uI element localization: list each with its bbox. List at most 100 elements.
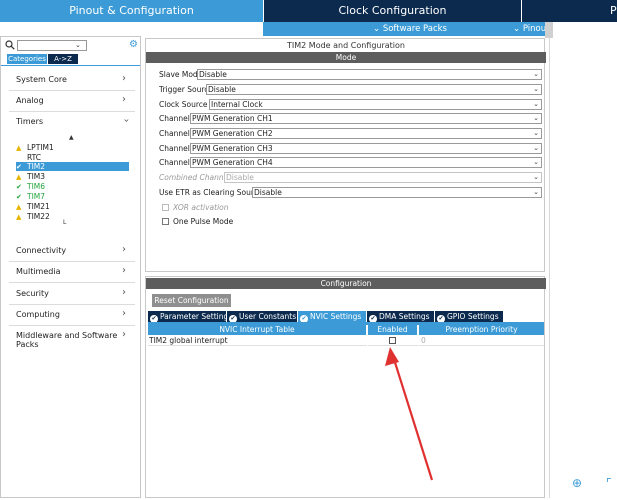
chevron-down-icon: ›: [120, 118, 132, 123]
tab-gpio-settings[interactable]: ✔ GPIO Settings: [435, 311, 503, 323]
chevron-right-icon: ›: [122, 329, 126, 340]
search-icon: [5, 40, 15, 50]
select-value: PWM Generation CH4: [192, 158, 273, 167]
tab-parameter-settings[interactable]: ✔ Parameter Settings: [148, 311, 232, 323]
use-etr-select[interactable]: Disable ⌄: [252, 187, 542, 198]
tab-label: DMA Settings: [379, 312, 430, 321]
tab-nvic-settings[interactable]: ✔ NVIC Settings: [298, 311, 366, 323]
warning-icon: ▲: [16, 213, 22, 221]
category-computing[interactable]: Computing ›: [1, 308, 140, 326]
table-row-enabled-cell: [368, 336, 418, 346]
chevron-down-icon[interactable]: ⌄: [75, 41, 81, 49]
select-value: Disable: [208, 85, 236, 94]
channel4-select[interactable]: PWM Generation CH4 ⌄: [190, 157, 542, 168]
chevron-down-icon: ⌄: [533, 158, 539, 166]
search-row: ⌄ ⚙: [5, 40, 138, 52]
peripheral-label: TIM2: [27, 162, 46, 171]
channel2-select[interactable]: PWM Generation CH2 ⌄: [190, 128, 542, 139]
category-connectivity[interactable]: Connectivity ›: [1, 244, 140, 262]
chevron-down-icon: ⌄: [533, 114, 539, 122]
select-value: Disable: [226, 173, 254, 182]
tab-dma-settings[interactable]: ✔ DMA Settings: [367, 311, 434, 323]
category-system-core[interactable]: System Core ›: [1, 73, 140, 91]
category-label: Timers: [16, 117, 44, 126]
combined-channels-select: Disable ⌄: [224, 172, 542, 183]
divider: [9, 304, 135, 305]
channel1-select[interactable]: PWM Generation CH1 ⌄: [190, 113, 542, 124]
divider: [9, 282, 135, 283]
menu-pinout[interactable]: ⌄ Pinout: [513, 22, 549, 36]
tab-categories[interactable]: Categories: [7, 54, 47, 64]
clock-source-select[interactable]: Internal Clock ⌄: [209, 99, 542, 110]
warning-icon: ▲: [16, 203, 22, 211]
gear-icon[interactable]: ⚙: [129, 40, 138, 50]
peripheral-label: TIM21: [27, 202, 50, 211]
one-pulse-mode-checkbox[interactable]: [162, 218, 169, 225]
fit-to-window-icon[interactable]: ⌜: [606, 476, 612, 490]
peripheral-rtc[interactable]: RTC: [16, 153, 129, 162]
tab-label: User Constants: [239, 312, 297, 321]
peripheral-tim2[interactable]: ✔ TIM2: [16, 162, 129, 171]
chevron-right-icon: ›: [122, 265, 126, 276]
check-circle-icon: ✔: [16, 163, 22, 171]
enabled-checkbox[interactable]: [389, 337, 396, 344]
chip-view-label: L: [63, 219, 67, 226]
configuration-tabs: ✔ Parameter Settings ✔ User Constants ✔ NVI…: [148, 311, 544, 323]
peripheral-tim21[interactable]: ▲ TIM21: [16, 202, 129, 211]
category-label: Analog: [16, 96, 44, 105]
field-label: Slave Mode: [159, 70, 203, 79]
chevron-right-icon: ›: [122, 308, 126, 319]
chevron-down-icon: ⌄: [533, 129, 539, 137]
slave-mode-select[interactable]: Disable ⌄: [197, 69, 542, 80]
divider: [1, 65, 140, 66]
peripheral-tim22[interactable]: ▲ TIM22: [16, 212, 129, 221]
peripheral-lptim1[interactable]: ▲ LPTIM1: [16, 143, 129, 152]
trigger-source-select[interactable]: Disable ⌄: [206, 84, 542, 95]
column-header[interactable]: Enabled: [368, 325, 418, 335]
sidebar: ⌄ ⚙ Categories A->Z System Core › Analog…: [0, 36, 141, 498]
peripheral-label: TIM7: [27, 192, 46, 201]
column-header[interactable]: Preemption Priority: [419, 325, 544, 335]
sub-menu-strip: ⌄ Software Packs ⌄ Pinout: [263, 22, 553, 36]
category-security[interactable]: Security ›: [1, 287, 140, 305]
category-middleware[interactable]: Middleware and Software Packs ›: [1, 329, 140, 349]
peripheral-label: TIM3: [27, 172, 46, 181]
warning-icon: ▲: [16, 144, 22, 152]
tab-pinout-configuration[interactable]: Pinout & Configuration: [0, 0, 263, 22]
sort-icon[interactable]: ▲: [69, 134, 74, 141]
select-value: Disable: [199, 70, 227, 79]
scrollbar[interactable]: [545, 22, 553, 38]
tab-clock-configuration[interactable]: Clock Configuration: [263, 0, 521, 22]
table-row-priority[interactable]: 0: [419, 336, 544, 346]
column-header[interactable]: NVIC Interrupt Table: [148, 325, 367, 335]
peripheral-tim3[interactable]: ▲ TIM3: [16, 172, 129, 181]
sub-menu-spacer: [0, 22, 263, 36]
top-tab-bar: Pinout & Configuration Clock Configurati…: [0, 0, 617, 22]
category-timers[interactable]: Timers ›: [1, 115, 140, 129]
pinout-view-panel: [549, 38, 617, 498]
category-multimedia[interactable]: Multimedia ›: [1, 265, 140, 283]
tab-user-constants[interactable]: ✔ User Constants: [227, 311, 297, 323]
select-value: Internal Clock: [211, 100, 263, 109]
tab-a-z[interactable]: A->Z: [48, 54, 78, 64]
tab-project-manager[interactable]: P: [521, 0, 617, 22]
check-icon: ✔: [16, 183, 22, 191]
peripheral-tim7[interactable]: ✔ TIM7: [16, 192, 129, 201]
field-label: Clock Source: [159, 100, 208, 109]
table-row-name: TIM2 global interrupt: [148, 336, 367, 346]
divider: [9, 111, 135, 112]
select-value: Disable: [254, 188, 282, 197]
checkbox-label: XOR activation: [173, 203, 229, 212]
category-label: System Core: [16, 75, 67, 84]
peripheral-tim6[interactable]: ✔ TIM6: [16, 182, 129, 191]
tab-label: NVIC Settings: [310, 312, 362, 321]
reset-configuration-button[interactable]: Reset Configuration: [152, 294, 231, 307]
zoom-in-icon[interactable]: ⊕: [572, 476, 582, 490]
peripheral-label: TIM22: [27, 212, 50, 221]
channel3-select[interactable]: PWM Generation CH3 ⌄: [190, 143, 542, 154]
chevron-down-icon: ⌄: [533, 173, 539, 181]
category-analog[interactable]: Analog ›: [1, 94, 140, 112]
checkbox-label: One Pulse Mode: [173, 217, 234, 226]
menu-software-packs[interactable]: ⌄ Software Packs: [373, 22, 447, 36]
tab-label: GPIO Settings: [447, 312, 499, 321]
